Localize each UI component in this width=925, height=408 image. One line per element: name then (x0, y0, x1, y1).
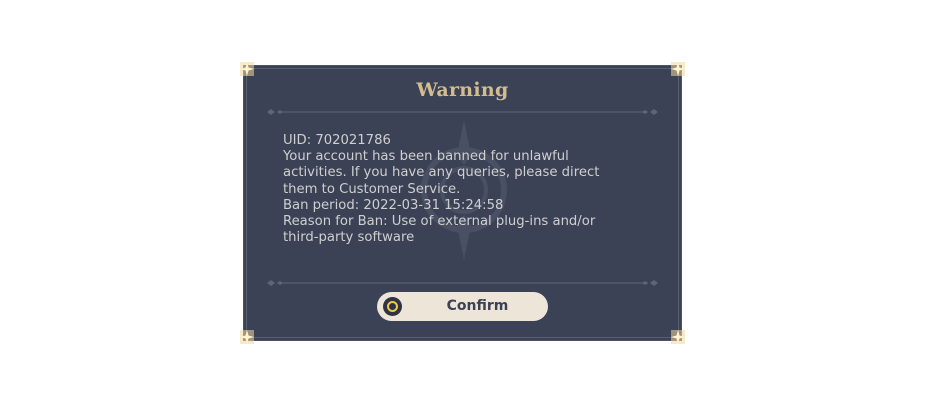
message-line: Your account has been banned for unlawfu… (283, 149, 569, 165)
corner-star-icon (671, 330, 685, 344)
ban-message: UID: 702021786 Your account has been ban… (283, 133, 643, 246)
corner-star-icon (671, 62, 685, 76)
screen: Warning UID: 702021786 Your account has … (0, 0, 925, 408)
ban-period-line: Ban period: 2022-03-31 15:24:58 (283, 197, 504, 213)
message-line: them to Customer Service. (283, 181, 461, 197)
confirm-label: Confirm (446, 298, 509, 314)
dialog-title: Warning (416, 79, 509, 101)
ban-reason-line: third-party software (283, 230, 415, 246)
corner-star-icon (240, 330, 254, 344)
title-divider (267, 103, 658, 115)
corner-star-icon (240, 62, 254, 76)
confirm-button[interactable]: Confirm (377, 292, 548, 321)
warning-dialog: Warning UID: 702021786 Your account has … (240, 62, 685, 344)
ban-reason-line: Reason for Ban: Use of external plug-ins… (283, 214, 596, 230)
message-line: activities. If you have any queries, ple… (283, 165, 600, 181)
uid-line: UID: 702021786 (283, 133, 391, 148)
footer-divider (267, 274, 658, 286)
confirm-circle-icon (383, 297, 402, 316)
